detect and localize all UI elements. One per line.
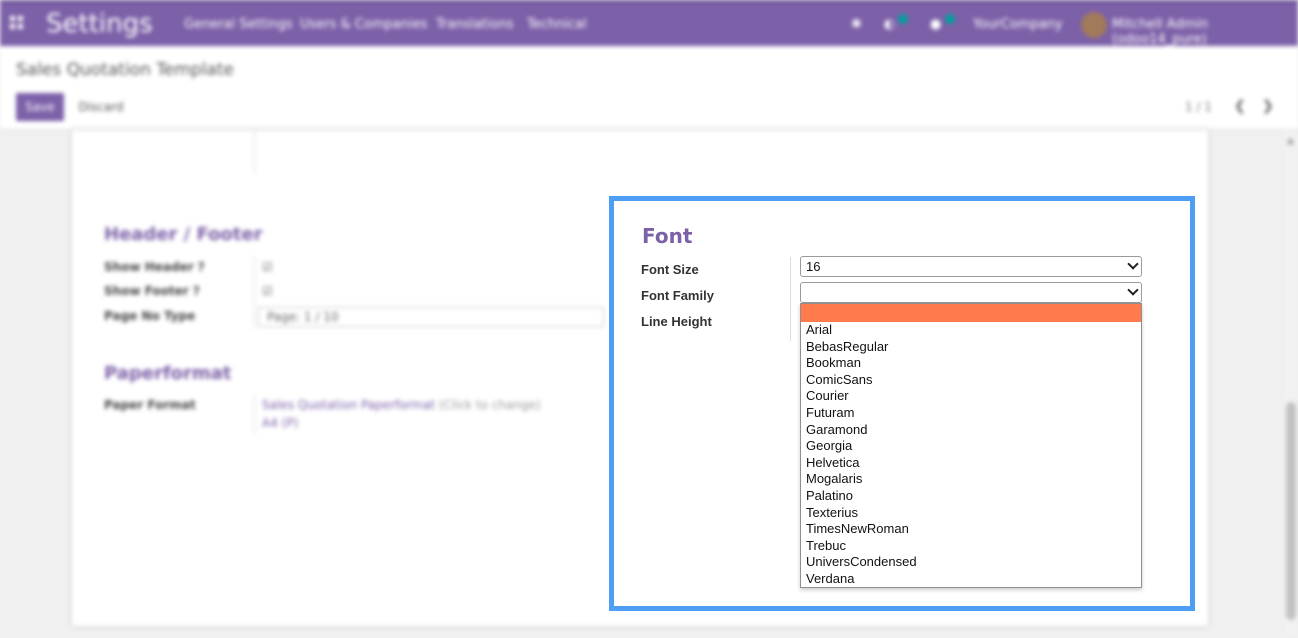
messages-badge — [945, 14, 955, 24]
font-option-texterius[interactable]: Texterius — [801, 505, 1141, 522]
menu-general-settings[interactable]: General Settings — [184, 17, 293, 32]
font-option-comicsans[interactable]: ComicSans — [801, 372, 1141, 389]
apps-menu-icon[interactable] — [10, 16, 24, 30]
font-family-label: Font Family — [641, 288, 714, 303]
font-option-mogalaris[interactable]: Mogalaris — [801, 471, 1141, 488]
font-option-universcondensed[interactable]: UniversCondensed — [801, 554, 1141, 571]
pager-next-icon[interactable]: ❯ — [1262, 98, 1274, 114]
paper-format-label: Paper Format — [104, 398, 196, 412]
field-divider — [254, 130, 255, 174]
field-divider — [254, 394, 255, 434]
font-option-futuram[interactable]: Futuram — [801, 405, 1141, 422]
font-family-dropdown: Arial BebasRegular Bookman ComicSans Cou… — [800, 303, 1142, 588]
breadcrumb: Sales Quotation Template — [16, 60, 234, 80]
show-header-checkbox[interactable]: ☑ — [262, 260, 273, 274]
font-option-helvetica[interactable]: Helvetica — [801, 455, 1141, 472]
page-no-type-label: Page No Type — [104, 309, 196, 323]
pager-previous-icon[interactable]: ❮ — [1234, 98, 1246, 114]
chevron-down-icon — [1127, 284, 1139, 296]
line-height-label: Line Height — [641, 314, 712, 329]
app-title: Settings — [46, 9, 153, 39]
scroll-up-icon[interactable]: ▲ — [1287, 136, 1294, 146]
paper-format-sub: A4 (P) — [262, 416, 299, 430]
top-navbar: Settings General Settings Users & Compan… — [0, 0, 1298, 47]
activity-badge — [898, 14, 908, 24]
paper-format-hint: (Click to change) — [438, 398, 541, 412]
discard-button[interactable]: Discard — [70, 93, 132, 121]
bug-icon[interactable]: ✱ — [851, 17, 865, 32]
scrollbar-thumb[interactable] — [1286, 402, 1296, 620]
user-menu[interactable]: Mitchell Admin (odoo14_pure) — [1112, 17, 1298, 47]
font-size-value: 16 — [806, 259, 821, 274]
section-title-header-footer: Header / Footer — [104, 224, 263, 245]
pager-value: 1 / 1 — [1185, 100, 1212, 114]
paper-format-value: Sales Quotation Paperformat (Click to ch… — [262, 398, 541, 412]
paper-format-link[interactable]: Sales Quotation Paperformat — [262, 398, 435, 412]
save-button[interactable]: Save — [16, 93, 64, 121]
control-panel: Sales Quotation Template Save Discard 1 … — [0, 46, 1298, 130]
chevron-down-icon — [1127, 258, 1139, 270]
font-size-label: Font Size — [641, 262, 699, 277]
show-footer-label: Show Footer ? — [104, 284, 200, 298]
font-size-select[interactable]: 16 — [800, 256, 1142, 277]
font-option-courier[interactable]: Courier — [801, 388, 1141, 405]
avatar[interactable] — [1081, 12, 1107, 38]
font-option-timesnewroman[interactable]: TimesNewRoman — [801, 521, 1141, 538]
menu-translations[interactable]: Translations — [436, 17, 514, 32]
font-option-palatino[interactable]: Palatino — [801, 488, 1141, 505]
messages-icon[interactable]: ● — [930, 17, 944, 32]
font-settings-panel: Font Font Size Font Family Line Height 1… — [609, 196, 1195, 611]
field-divider — [254, 256, 255, 328]
font-option-verdana[interactable]: Verdana — [801, 571, 1141, 588]
section-title-font: Font — [642, 224, 693, 248]
font-option-bookman[interactable]: Bookman — [801, 355, 1141, 372]
font-family-select[interactable] — [800, 282, 1142, 303]
section-title-paperformat: Paperformat — [104, 363, 232, 384]
field-divider — [790, 257, 791, 341]
menu-users-companies[interactable]: Users & Companies — [300, 17, 427, 32]
menu-technical[interactable]: Technical — [527, 17, 587, 32]
font-option-trebuc[interactable]: Trebuc — [801, 538, 1141, 555]
company-switcher[interactable]: YourCompany — [973, 17, 1063, 32]
font-option-georgia[interactable]: Georgia — [801, 438, 1141, 455]
show-header-label: Show Header ? — [104, 260, 205, 274]
font-option-empty[interactable] — [801, 304, 1141, 322]
font-option-bebasregular[interactable]: BebasRegular — [801, 339, 1141, 356]
font-option-garamond[interactable]: Garamond — [801, 422, 1141, 439]
font-option-arial[interactable]: Arial — [801, 322, 1141, 339]
show-footer-checkbox[interactable]: ☑ — [262, 284, 273, 298]
activity-icon[interactable]: ◐ — [884, 17, 898, 32]
page-no-type-select[interactable]: Page: 1 / 10 — [258, 307, 604, 327]
